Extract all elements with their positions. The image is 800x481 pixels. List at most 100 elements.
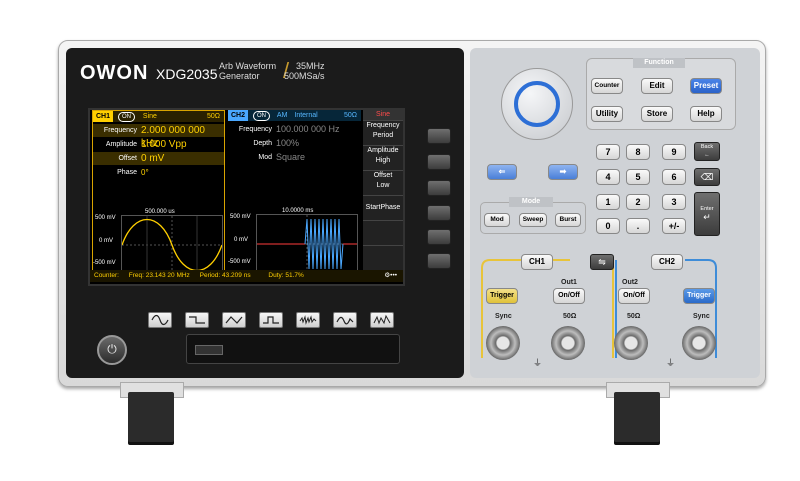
key-7[interactable]: 7 xyxy=(596,144,620,160)
screen-softkey-button-3[interactable] xyxy=(427,180,451,196)
out1-onoff-button[interactable]: On/Off xyxy=(553,288,585,304)
backspace-button[interactable]: ⌫ xyxy=(694,168,720,186)
softkey-period-label: Period xyxy=(372,132,394,139)
screen-softkey-button-6[interactable] xyxy=(427,253,451,269)
out2-onoff-button[interactable]: On/Off xyxy=(618,288,650,304)
ch1-tag: CH1 xyxy=(93,111,114,122)
rotary-knob[interactable] xyxy=(501,68,573,140)
ch2-row-frequency[interactable]: Frequency 100.000 000 Hz xyxy=(228,123,361,136)
ch1-waveform-plot xyxy=(121,215,223,275)
utility-button[interactable]: Utility xyxy=(591,106,623,122)
sync1-bnc-connector[interactable] xyxy=(486,326,520,360)
backspace-icon: ⌫ xyxy=(700,172,714,182)
out2-label: Out2 xyxy=(622,279,638,286)
key-3[interactable]: 3 xyxy=(662,194,686,210)
sine-wave-button[interactable] xyxy=(148,312,172,328)
softkey-startphase[interactable]: StartPhase xyxy=(363,196,403,221)
softkey-frequency-period[interactable]: Frequency Period xyxy=(363,121,403,146)
noise-wave-button[interactable] xyxy=(296,312,320,328)
ch2-row-mod[interactable]: Mod Square xyxy=(228,151,361,164)
usb-port[interactable] xyxy=(195,345,223,355)
store-button[interactable]: Store xyxy=(641,106,673,122)
softkey-offset-label: Offset xyxy=(373,172,393,179)
softkey-offset-low[interactable]: Offset Low xyxy=(363,171,403,196)
ch1-trigger-button[interactable]: Trigger xyxy=(486,288,518,304)
key-decimal[interactable]: . xyxy=(626,218,650,234)
key-sign[interactable]: +/- xyxy=(662,218,686,234)
ch1-button[interactable]: CH1 xyxy=(521,254,553,270)
key-1[interactable]: 1 xyxy=(596,194,620,210)
key-2[interactable]: 2 xyxy=(626,194,650,210)
right-arrow-button[interactable]: ➡ xyxy=(548,164,578,180)
device-description-line2: Generator xyxy=(219,71,260,81)
left-arrow-button[interactable]: ⇐ xyxy=(487,164,517,180)
ch2-button[interactable]: CH2 xyxy=(651,254,683,270)
preset-button[interactable]: Preset xyxy=(690,78,722,94)
help-button[interactable]: Help xyxy=(690,106,722,122)
out1-impedance-label: 50Ω xyxy=(563,313,577,320)
ch2-mode: AM xyxy=(276,112,288,119)
usb-port-bay xyxy=(186,334,400,364)
counter-status-bar: Counter: Freq: 23.143 20 MHz Period: 43.… xyxy=(90,270,403,282)
ch1-y-bot-label: -500 mV xyxy=(93,260,116,266)
ch1-phase-value: 0° xyxy=(141,168,149,177)
burst-button[interactable]: Burst xyxy=(555,213,581,227)
softkey-empty-5[interactable] xyxy=(363,221,403,246)
screen-softkey-button-5[interactable] xyxy=(427,229,451,245)
ch1-header: CH1 ON Sine 50Ω xyxy=(93,111,224,122)
ch2-y-bot-label: -500 mV xyxy=(228,259,251,265)
pulse-wave-button[interactable] xyxy=(259,312,283,328)
out2-impedance-label: 50Ω xyxy=(627,313,641,320)
ch1-row-amplitude[interactable]: Amplitude 1.000 Vpp xyxy=(93,138,224,151)
key-6[interactable]: 6 xyxy=(662,169,686,185)
ch2-trigger-button[interactable]: Trigger xyxy=(683,288,715,304)
sync2-bnc-connector[interactable] xyxy=(682,326,716,360)
enter-button[interactable]: Enter ↵ xyxy=(694,192,720,236)
channel-swap-button[interactable]: ⇋ xyxy=(590,254,614,270)
key-4[interactable]: 4 xyxy=(596,169,620,185)
softkey-high-label: High xyxy=(375,157,391,164)
square-wave-button[interactable] xyxy=(185,312,209,328)
softkey-empty-6[interactable] xyxy=(363,246,403,270)
screen-softkey-button-1[interactable] xyxy=(427,128,451,144)
edit-button[interactable]: Edit xyxy=(641,78,673,94)
ch2-row-depth[interactable]: Depth 100% xyxy=(228,137,361,150)
power-button[interactable]: ⏻ xyxy=(97,335,127,365)
sweep-button[interactable]: Sweep xyxy=(519,213,547,227)
ground-icon-right: ⏚ xyxy=(666,358,676,368)
screen-softkey-button-2[interactable] xyxy=(427,154,451,170)
screen-softkey-button-4[interactable] xyxy=(427,205,451,221)
counter-button[interactable]: Counter xyxy=(591,78,623,94)
ch2-on-indicator: ON xyxy=(252,111,270,121)
mod-button[interactable]: Mod xyxy=(484,213,510,227)
ch2-panel[interactable]: CH2 ON AM Internal 50Ω Frequency 100.000… xyxy=(228,110,361,280)
ch1-panel[interactable]: CH1 ON Sine 50Ω Frequency 2.000 000 000 … xyxy=(92,110,225,282)
back-label: Back xyxy=(700,144,714,150)
key-9[interactable]: 9 xyxy=(662,144,686,160)
key-5[interactable]: 5 xyxy=(626,169,650,185)
ch1-y-mid-label: 0 mV xyxy=(99,238,114,244)
ch2-tag: CH2 xyxy=(228,110,249,121)
arb-wave-button[interactable] xyxy=(370,312,394,328)
ramp-icon xyxy=(225,316,243,324)
ramp-wave-button[interactable] xyxy=(222,312,246,328)
ch2-waveform-plot xyxy=(256,214,358,274)
ch1-row-frequency[interactable]: Frequency 2.000 000 000 kHz xyxy=(93,124,224,149)
key-8[interactable]: 8 xyxy=(626,144,650,160)
ch1-row-offset[interactable]: Offset 0 mV xyxy=(93,152,224,165)
function-group-label: Function xyxy=(633,58,685,68)
ch1-row-phase[interactable]: Phase 0° xyxy=(93,166,224,179)
out2-bnc-connector[interactable] xyxy=(614,326,648,360)
back-button[interactable]: Back ← xyxy=(694,142,720,161)
harmonic-wave-button[interactable] xyxy=(333,312,357,328)
lcd-screen: CH1 ON Sine 50Ω Frequency 2.000 000 000 … xyxy=(88,108,405,286)
enter-arrow-icon: ↵ xyxy=(703,212,711,222)
out1-bnc-connector[interactable] xyxy=(551,326,585,360)
key-0[interactable]: 0 xyxy=(596,218,620,234)
back-arrow-icon: ← xyxy=(704,152,710,158)
model-name: XDG2035 xyxy=(156,66,218,82)
ch2-depth-label: Depth xyxy=(253,140,272,147)
softkey-frequency-label: Frequency xyxy=(366,122,400,129)
softkey-amplitude-high[interactable]: Amplitude High xyxy=(363,146,403,171)
softkey-startphase-label: StartPhase xyxy=(365,204,401,211)
